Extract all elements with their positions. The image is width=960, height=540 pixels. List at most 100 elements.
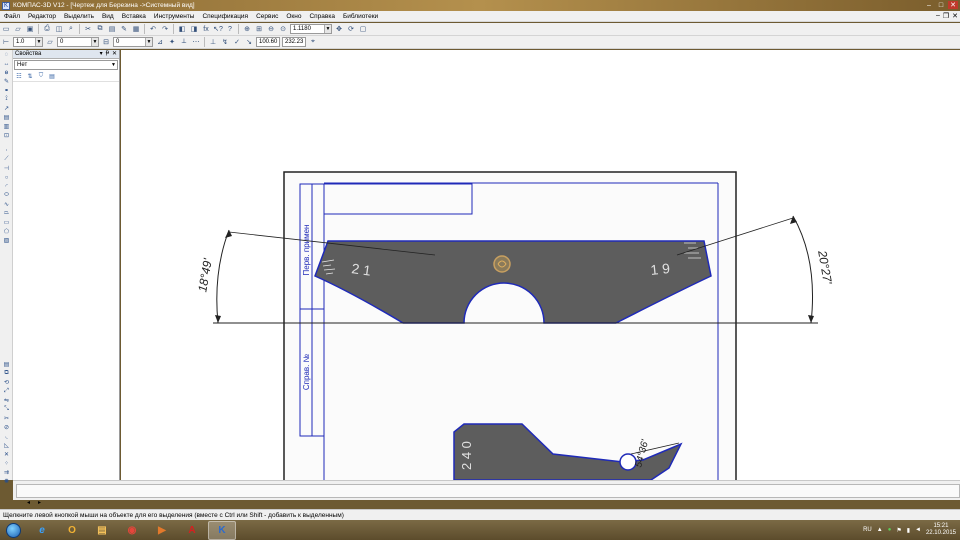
- maximize-button[interactable]: □: [936, 1, 946, 9]
- copy-icon[interactable]: ⧉: [95, 24, 105, 34]
- mirror-icon[interactable]: ⇋: [1, 396, 12, 405]
- menu-select[interactable]: Выделить: [60, 13, 98, 20]
- panel-pin-icon[interactable]: ᵽ: [106, 50, 109, 57]
- hatch-icon[interactable]: ▨: [1, 236, 12, 245]
- volume-icon[interactable]: ◄: [915, 527, 921, 533]
- menu-help[interactable]: Справка: [305, 13, 339, 20]
- filter-icon[interactable]: ⛉: [37, 72, 45, 80]
- zoom-in-icon[interactable]: ⊕: [242, 24, 252, 34]
- rotate-icon[interactable]: ⟲: [1, 378, 12, 387]
- taskbar-media[interactable]: ▶: [148, 521, 176, 540]
- help-icon[interactable]: ?: [225, 24, 235, 34]
- help-pointer-icon[interactable]: ↖?: [213, 24, 223, 34]
- minimize-button[interactable]: –: [924, 1, 934, 9]
- explode-icon[interactable]: ✺: [1, 477, 12, 486]
- menu-libraries[interactable]: Библиотеки: [339, 13, 382, 20]
- break-icon[interactable]: ⊘: [1, 423, 12, 432]
- undo-icon[interactable]: ↶: [148, 24, 158, 34]
- reports-icon[interactable]: ▥: [1, 122, 12, 131]
- circle-icon[interactable]: ○: [1, 173, 12, 182]
- spline-icon[interactable]: ∿: [1, 200, 12, 209]
- ortho-icon[interactable]: ⟂: [179, 37, 189, 47]
- panel-dropdown-icon[interactable]: ▾: [100, 50, 103, 57]
- round-icon[interactable]: ↯: [220, 37, 230, 47]
- edit-icon[interactable]: ✎: [1, 77, 12, 86]
- new-file-icon[interactable]: ▭: [1, 24, 11, 34]
- pin-icon[interactable]: ⌖: [308, 37, 318, 47]
- cut-icon[interactable]: ✂: [83, 24, 93, 34]
- menu-tools[interactable]: Инструменты: [150, 13, 199, 20]
- preview-icon[interactable]: ⌕: [66, 24, 76, 34]
- clock[interactable]: 15:21 22.10.2015: [926, 523, 956, 537]
- flag-icon[interactable]: ⚑: [896, 527, 901, 534]
- taskbar-chrome[interactable]: ◉: [118, 521, 146, 540]
- pan-icon[interactable]: ✥: [334, 24, 344, 34]
- tray-arrow-icon[interactable]: ▲: [877, 527, 883, 533]
- clipboard-icon[interactable]: ▤: [1, 360, 12, 369]
- sort-icon[interactable]: ⇅: [26, 72, 34, 80]
- network-icon[interactable]: ▮: [907, 527, 910, 534]
- aux-line-icon[interactable]: ⊣: [1, 164, 12, 173]
- horizontal-scrollbar[interactable]: [16, 484, 960, 498]
- scroll-right-arrow[interactable]: ▸: [38, 499, 41, 506]
- library-icon[interactable]: ◨: [189, 24, 199, 34]
- symbols-icon[interactable]: ⱺ: [1, 68, 12, 77]
- menu-edit[interactable]: Редактор: [24, 13, 60, 20]
- offset-icon[interactable]: ⇉: [1, 468, 12, 477]
- doc-restore-button[interactable]: ❐: [943, 12, 949, 20]
- doc-minimize-button[interactable]: –: [936, 12, 940, 20]
- coord-y-field[interactable]: 232.23: [282, 37, 306, 47]
- manager-icon[interactable]: ◧: [177, 24, 187, 34]
- select-icon[interactable]: ↗: [1, 104, 12, 113]
- menu-window[interactable]: Окно: [282, 13, 305, 20]
- grid-snap-icon[interactable]: ✦: [167, 37, 177, 47]
- segment-icon[interactable]: ⟋: [1, 155, 12, 164]
- taskbar-acrobat[interactable]: A: [178, 521, 206, 540]
- redo-icon[interactable]: ↷: [160, 24, 170, 34]
- ellipse-icon[interactable]: ⬭: [1, 191, 12, 200]
- save-icon[interactable]: ▣: [25, 24, 35, 34]
- parametrization-icon[interactable]: ⚭: [1, 86, 12, 95]
- measure-icon[interactable]: ⟟: [1, 95, 12, 104]
- view-icon[interactable]: ⊟: [101, 37, 111, 47]
- drawing-canvas[interactable]: Перв. примен Справ. № 2 1 1 9 18°49' 20°…: [121, 50, 960, 480]
- taskbar-outlook[interactable]: O: [58, 521, 86, 540]
- menu-insert[interactable]: Вставка: [118, 13, 150, 20]
- refresh-icon[interactable]: ⟳: [346, 24, 356, 34]
- trim-icon[interactable]: ✂: [1, 414, 12, 423]
- style-combo[interactable]: 0 ▼: [113, 37, 153, 47]
- snap-icon[interactable]: ⊿: [155, 37, 165, 47]
- snap-settings-icon[interactable]: ✓: [232, 37, 242, 47]
- print-preview-icon[interactable]: ◫: [54, 24, 64, 34]
- chamfer-icon[interactable]: ◺: [1, 441, 12, 450]
- delete-icon[interactable]: ✕: [1, 450, 12, 459]
- copy-tool-icon[interactable]: ⧉: [1, 369, 12, 378]
- object-list-icon[interactable]: ▤: [48, 72, 56, 80]
- category-view-icon[interactable]: ☷: [15, 72, 23, 80]
- tray-app-icon[interactable]: ●: [888, 527, 892, 533]
- arc-icon[interactable]: ◜: [1, 182, 12, 191]
- close-button[interactable]: ✕: [948, 1, 958, 9]
- menu-file[interactable]: Файл: [0, 13, 24, 20]
- menu-specification[interactable]: Спецификация: [198, 13, 252, 20]
- line-scale-combo[interactable]: 1.0 ▼: [13, 37, 43, 47]
- fillet-icon[interactable]: ◟: [1, 432, 12, 441]
- taskbar-kompas[interactable]: K: [208, 520, 236, 540]
- layer-icon[interactable]: ▱: [45, 37, 55, 47]
- polygon-icon[interactable]: ⬠: [1, 227, 12, 236]
- deform-icon[interactable]: ⤡: [1, 405, 12, 414]
- spec-icon[interactable]: ▤: [1, 113, 12, 122]
- zoom-out-icon[interactable]: ⊖: [266, 24, 276, 34]
- paste-icon[interactable]: ▤: [107, 24, 117, 34]
- menu-service[interactable]: Сервис: [252, 13, 282, 20]
- polyline-icon[interactable]: ⏢: [1, 209, 12, 218]
- start-button[interactable]: [0, 520, 26, 540]
- rectangle-icon[interactable]: ▭: [1, 218, 12, 227]
- properties-icon[interactable]: ▦: [131, 24, 141, 34]
- panel-close-icon[interactable]: ✕: [112, 50, 117, 57]
- redraw-icon[interactable]: ▢: [358, 24, 368, 34]
- coord-x-field[interactable]: 100.60: [256, 37, 280, 47]
- doc-close-button[interactable]: ✕: [952, 12, 958, 20]
- layer-combo[interactable]: 0 ▼: [57, 37, 99, 47]
- menu-view[interactable]: Вид: [98, 13, 118, 20]
